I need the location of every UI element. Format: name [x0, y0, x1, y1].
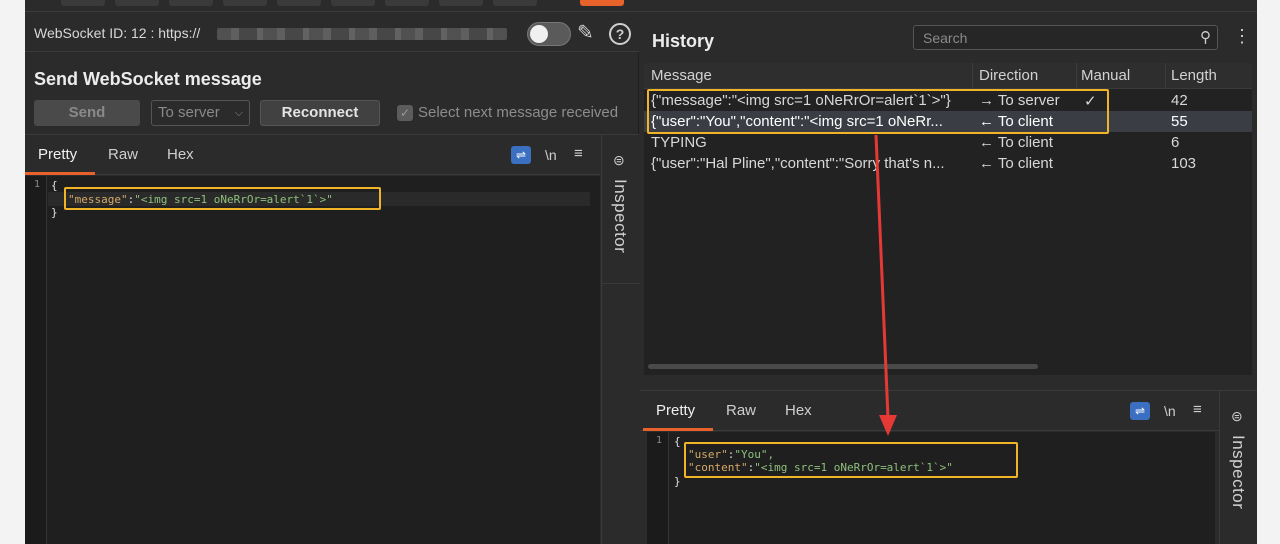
cell-length: 55	[1171, 113, 1188, 130]
tab-raw[interactable]: Raw	[108, 146, 138, 163]
tab-hex[interactable]: Hex	[785, 402, 812, 419]
wrap-lines-icon[interactable]: ⇌	[1130, 402, 1150, 420]
highlight-box	[684, 442, 1018, 478]
inspector-label: Inspector	[1229, 435, 1248, 510]
response-tabs: Pretty Raw Hex ⇌ \n ≡	[640, 391, 1219, 431]
active-tab-indicator	[25, 172, 95, 175]
inspector-sidebar[interactable]: ⊜ Inspector	[601, 135, 640, 544]
toolbar-tab[interactable]	[385, 0, 429, 6]
select-next-label: Select next message received	[418, 104, 619, 121]
more-options-icon[interactable]: ⋮	[1233, 27, 1251, 45]
table-row[interactable]: {"user":"Hal Pline","content":"Sorry tha…	[644, 153, 1252, 174]
horizontal-scrollbar[interactable]	[648, 364, 1038, 369]
inspector-icon: ⊜	[613, 152, 625, 168]
inspector-icon: ⊜	[1231, 408, 1243, 424]
history-title: History	[652, 31, 715, 51]
direction-select-value: To server	[158, 104, 220, 121]
cell-length: 42	[1171, 92, 1188, 109]
column-header-length[interactable]: Length	[1171, 67, 1217, 84]
cell-message: {"user":"Hal Pline","content":"Sorry tha…	[651, 155, 945, 172]
direction-select[interactable]: To server ⌵	[151, 100, 250, 126]
toolbar-tab[interactable]	[115, 0, 159, 6]
request-tabs: Pretty Raw Hex ⇌ \n ≡	[25, 135, 600, 175]
toolbar-tab[interactable]	[277, 0, 321, 6]
table-row[interactable]: TYPING ← To client 6	[644, 132, 1252, 153]
highlight-box	[647, 89, 1109, 134]
toolbar-tab[interactable]	[61, 0, 105, 6]
column-header-manual[interactable]: Manual	[1081, 67, 1130, 84]
toolbar-tab-active[interactable]	[580, 0, 624, 6]
column-header-message[interactable]: Message	[651, 67, 712, 84]
table-header: Message Direction Manual Length	[644, 63, 1252, 89]
line-gutter: 1	[647, 432, 669, 544]
active-tab-indicator	[643, 428, 713, 431]
cell-length: 103	[1171, 155, 1197, 172]
tab-pretty[interactable]: Pretty	[38, 146, 77, 163]
cell-message: TYPING	[651, 134, 707, 151]
column-header-direction[interactable]: Direction	[979, 67, 1038, 84]
app-window: WebSocket ID: 12 : https:// ✎ ? Send Web…	[25, 0, 1257, 544]
toolbar-tab[interactable]	[493, 0, 537, 6]
request-code-editor[interactable]: 1 { "message":"<img src=1 oNeRrOr=alert`…	[25, 176, 600, 544]
websocket-id-label: WebSocket ID: 12 : https://	[34, 25, 201, 41]
highlight-box	[64, 187, 381, 210]
cell-direction: ← To client	[979, 155, 1053, 172]
top-toolbar	[25, 0, 1257, 12]
cell-length: 6	[1171, 134, 1180, 151]
tab-pretty[interactable]: Pretty	[656, 402, 695, 419]
pencil-icon[interactable]: ✎	[577, 23, 594, 43]
close-brace: }	[674, 475, 681, 488]
select-next-checkbox[interactable]: ✓	[397, 105, 413, 121]
reconnect-button[interactable]: Reconnect	[260, 100, 380, 126]
wrap-lines-icon[interactable]: ⇌	[511, 146, 531, 164]
chevron-down-icon: ⌵	[234, 107, 243, 119]
tab-hex[interactable]: Hex	[167, 146, 194, 163]
open-brace: {	[674, 435, 681, 448]
toolbar-tab[interactable]	[439, 0, 483, 6]
response-viewer: Pretty Raw Hex ⇌ \n ≡ 1 { "user":"You", …	[640, 390, 1257, 544]
toggle-knob	[530, 25, 548, 43]
cell-direction: ← To client	[979, 134, 1053, 151]
line-gutter: 1	[25, 176, 47, 544]
close-brace: }	[51, 206, 58, 219]
history-panel: History Search ⚲ ⋮ Message Direction Man…	[640, 12, 1257, 544]
toolbar-tab[interactable]	[331, 0, 375, 6]
search-icon: ⚲	[1200, 29, 1211, 46]
help-icon[interactable]: ?	[609, 23, 631, 45]
divider	[972, 63, 973, 89]
send-message-panel: WebSocket ID: 12 : https:// ✎ ? Send Web…	[25, 12, 640, 544]
history-table: Message Direction Manual Length {"messag…	[644, 63, 1252, 375]
websocket-header: WebSocket ID: 12 : https:// ✎ ?	[25, 12, 639, 52]
line-number: 1	[34, 179, 41, 190]
response-code-viewer[interactable]: 1 { "user":"You", "content":"<img src=1 …	[647, 432, 1215, 544]
divider	[1165, 63, 1166, 89]
search-placeholder: Search	[923, 30, 968, 46]
intercept-toggle[interactable]	[527, 22, 571, 46]
inspector-sidebar[interactable]: ⊜ Inspector	[1219, 391, 1257, 544]
toolbar-tab[interactable]	[223, 0, 267, 6]
request-editor: Pretty Raw Hex ⇌ \n ≡ 1 { "message":"<im…	[25, 134, 640, 544]
menu-icon[interactable]: ≡	[1193, 401, 1202, 418]
tab-raw[interactable]: Raw	[726, 402, 756, 419]
newline-toggle[interactable]: \n	[1164, 403, 1176, 419]
open-brace: {	[51, 179, 58, 192]
send-message-title: Send WebSocket message	[34, 69, 262, 89]
menu-icon[interactable]: ≡	[574, 145, 583, 162]
redacted-url	[217, 28, 507, 40]
history-search-input[interactable]: Search ⚲	[913, 25, 1218, 50]
newline-toggle[interactable]: \n	[545, 147, 557, 163]
inspector-label: Inspector	[611, 179, 630, 254]
toolbar-tab[interactable]	[169, 0, 213, 6]
divider	[602, 283, 640, 284]
line-number: 1	[656, 435, 663, 446]
divider	[1076, 63, 1077, 89]
send-button[interactable]: Send	[34, 100, 140, 126]
send-controls: Send To server ⌵ Reconnect ✓ Select next…	[34, 100, 634, 126]
